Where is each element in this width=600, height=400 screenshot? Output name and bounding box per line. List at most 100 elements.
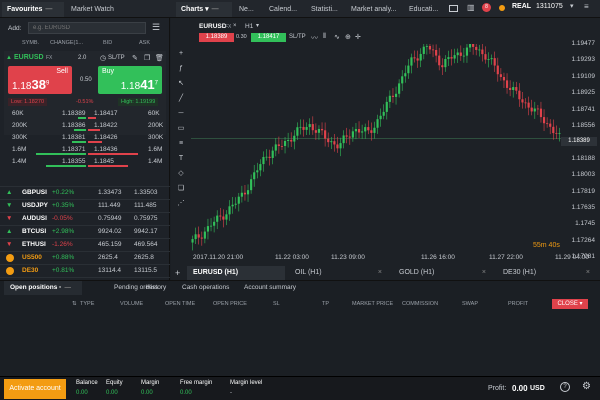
minimize-icon[interactable]: — [45,6,52,13]
header-ask[interactable]: ASK [139,40,150,46]
tab-open-positions[interactable]: Open positions ▫ — [4,281,82,295]
depth-ask-volume: 60K [148,110,160,117]
minimize-icon[interactable]: — [212,6,219,13]
close-all-button[interactable]: CLOSE ▾ [552,299,588,309]
tab-statistics[interactable]: Statisti... [306,2,344,17]
chevron-up-icon: ▲ [6,228,13,235]
tab-favourites[interactable]: Favourites — [2,2,64,17]
margin-value: 0.00 [141,390,153,396]
notification-badge[interactable]: 8 [482,3,491,12]
instrument-row[interactable]: DE30 +0.81% 13114.4 13115.5 [0,264,170,276]
close-icon[interactable]: × [482,266,486,280]
help-icon[interactable]: ? [560,382,570,392]
x-tick-label: 11.29 04:00 [555,254,589,261]
instrument-row[interactable]: ▲ GBPUSI +0.22% 1.33473 1.33503 [0,186,170,198]
depth-ask-volume: 1.4M [148,158,163,165]
column-market-price[interactable]: MARKET PRICE [352,301,393,307]
edit-icon[interactable]: ✎ [132,54,138,62]
tab-label: Open positions [10,284,58,291]
depth-row: 1.6M 1.18371 1.18436 1.6M [0,144,170,156]
column-open-price[interactable]: OPEN PRICE [213,301,247,307]
instrument-row[interactable]: ▼ AUDUSI -0.05% 0.75949 0.75975 [0,212,170,224]
clock-icon[interactable]: ◷ [100,54,106,62]
column-sl[interactable]: SL [273,301,280,307]
sltp-button[interactable]: SL/TP [108,55,125,61]
instrument-row[interactable]: US500 +0.88% 2625.4 2625.8 [0,251,170,263]
tab-label: Statisti... [311,6,338,13]
tab-history[interactable]: History [140,281,172,295]
tab-calendar[interactable]: Calend... [264,2,304,17]
sell-button[interactable]: Sell 1.18389 [8,66,72,94]
buy-button[interactable]: Buy 1.18417 [98,66,162,94]
account-footer: Activate account Balance 0.00 Equity 0.0… [0,376,600,400]
tab-market-analysis[interactable]: Market analy... [346,2,402,17]
column-commission[interactable]: COMMISSION [402,301,438,307]
tab-charts[interactable]: Charts ▾ — [176,2,232,17]
depth-bid-volume: 300K [12,134,28,141]
ticket-symbol[interactable]: EURUSD [14,54,44,61]
high-price: High: 1.19199 [118,98,159,106]
fullscreen-icon[interactable] [449,5,458,12]
copy-icon[interactable]: ❐ [144,54,150,62]
instrument-bid: 2625.4 [98,254,118,261]
ticket-volume[interactable]: 2.0 [78,55,86,61]
instrument-ask: 0.75975 [134,215,158,222]
column-profit[interactable]: PROFIT [508,301,528,307]
minimize-icon[interactable]: — [64,284,71,291]
settings-icon[interactable]: ⚙ [582,381,591,392]
header-symbol[interactable]: SYMB. [22,40,39,46]
menu-icon[interactable]: ≡ [584,2,589,11]
close-icon[interactable]: × [378,266,382,280]
column-sort-icon[interactable]: ⇅ [72,301,77,307]
x-tick-label: 11.26 16:00 [421,254,455,261]
tab-market-watch[interactable]: Market Watch [66,2,124,17]
instrument-row[interactable]: ▼ USDJPY +0.35% 111.449 111.485 [0,199,170,211]
instrument-symbol: US500 [22,254,42,261]
top-bar: Favourites — Market Watch Charts ▾ — Ne...… [0,0,600,18]
column-open-time[interactable]: OPEN TIME [165,301,195,307]
chart-tab-gold[interactable]: GOLD (H1) × [393,266,491,280]
chevron-down-icon[interactable]: ▾ [570,2,574,10]
depth-bid-volume: 1.4M [12,158,27,165]
instrument-symbol: DE30 [22,267,39,274]
layout-icon[interactable]: ▥ [467,3,475,12]
tab-label: Ne... [239,6,254,13]
chevron-down-icon: ▼ [6,241,13,248]
depth-bid-volume: 200K [12,122,28,129]
column-volume[interactable]: VOLUME [120,301,143,307]
chart-tab-de30[interactable]: DE30 (H1) × [497,266,595,280]
instrument-bid: 111.449 [98,202,121,209]
tab-label: History [146,284,167,291]
instrument-ask: 469.564 [134,241,158,248]
search-input[interactable] [28,22,146,34]
instrument-change: +2.98% [52,228,75,235]
tab-account-summary[interactable]: Account summary [238,281,302,295]
list-view-icon[interactable]: ☰ [152,23,160,32]
chart-tab-oil[interactable]: OIL (H1) × [289,266,387,280]
tab-cash-operations[interactable]: Cash operations [176,281,235,295]
depth-bid-bar [74,129,86,131]
column-swap[interactable]: SWAP [462,301,478,307]
instrument-row[interactable]: ▲ BTCUSI +2.98% 9924.02 9942.17 [0,225,170,237]
header-change[interactable]: CHANGE(1... [50,40,83,46]
depth-ask-bar [88,153,138,155]
header-bid[interactable]: BID [103,40,112,46]
activate-account-button[interactable]: Activate account [4,379,66,399]
chevron-down-icon: ▼ [6,202,13,209]
add-chart-icon[interactable]: + [175,268,180,278]
tab-education[interactable]: Educati... [404,2,444,17]
trash-icon[interactable]: 🗑 [155,54,164,62]
close-icon[interactable]: × [586,266,590,280]
instrument-bid: 0.75949 [98,215,122,222]
chevron-down-icon: ▾ [579,301,583,307]
column-tp[interactable]: TP [322,301,329,307]
account-number[interactable]: 1311075 [536,3,563,10]
column-type[interactable]: TYPE [80,301,94,307]
instrument-ask: 1.33503 [134,189,158,196]
instrument-row[interactable]: ▼ ETHUSI -1.26% 465.159 469.564 [0,238,170,250]
chart-tab-label: DE30 (H1) [503,269,537,276]
depth-row: 60K 1.18389 1.18417 60K [0,108,170,120]
chart-tab-eurusd[interactable]: EURUSD (H1) [187,266,285,280]
daily-change: -0.51% [76,99,94,105]
tab-news[interactable]: Ne... [234,2,262,17]
